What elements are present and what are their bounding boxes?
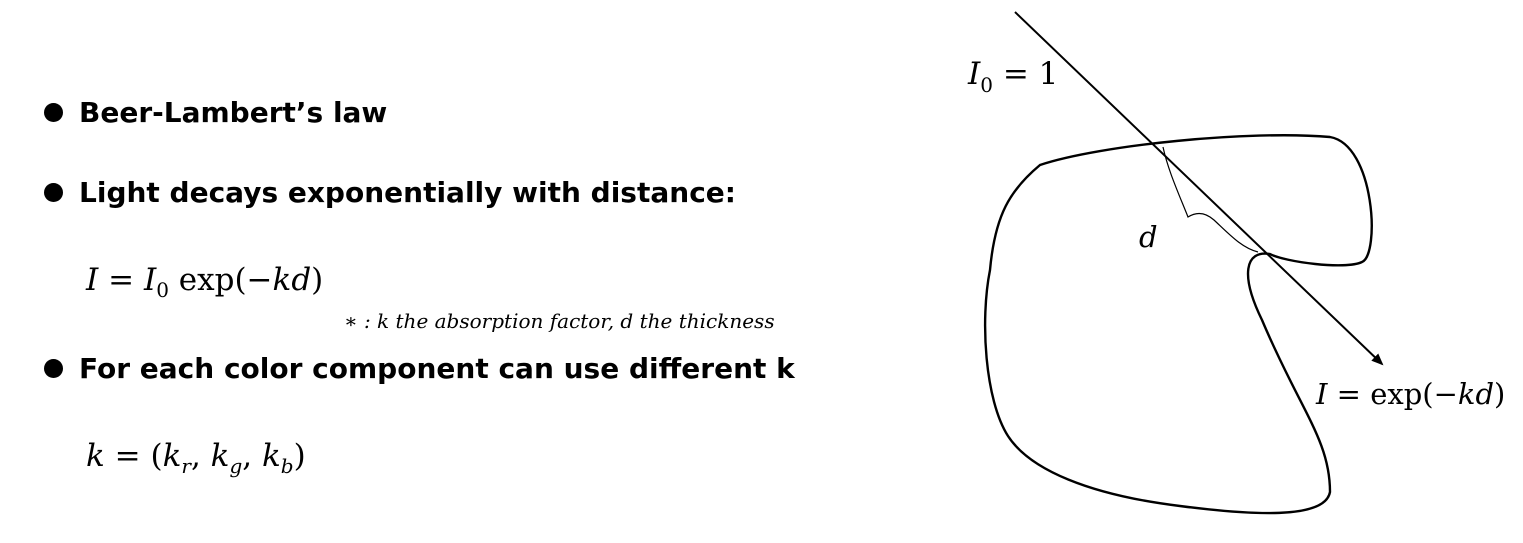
exit-label: I = exp(−kd) — [1315, 377, 1505, 411]
thickness-label: d — [1139, 220, 1158, 254]
light-ray — [1014, 11, 1384, 366]
absorption-diagram: I0 = 1 d I = exp(−kd) — [967, 11, 1505, 515]
incident-label: I0 = 1 — [967, 56, 1058, 97]
